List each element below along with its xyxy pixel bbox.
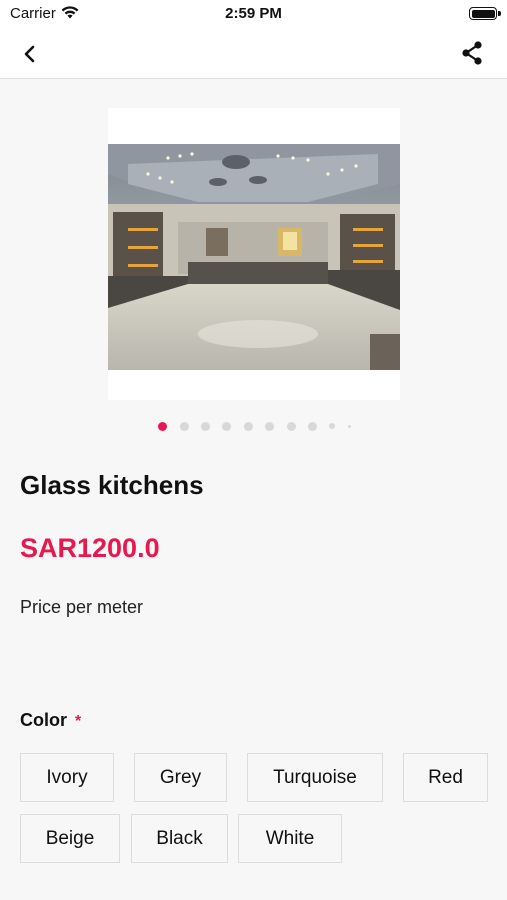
- color-option-turquoise[interactable]: Turquoise: [247, 753, 383, 802]
- page-dot[interactable]: [243, 421, 253, 431]
- chevron-left-icon: [24, 45, 35, 63]
- page-dot[interactable]: [329, 423, 336, 429]
- page-dot[interactable]: [286, 421, 296, 431]
- color-option-black[interactable]: Black: [131, 814, 228, 863]
- battery-icon: [469, 7, 501, 20]
- color-option-ivory[interactable]: Ivory: [20, 753, 114, 802]
- color-option-beige[interactable]: Beige: [20, 814, 120, 863]
- required-marker: *: [75, 713, 82, 730]
- color-option-red[interactable]: Red: [403, 753, 488, 802]
- product-title: Glass kitchens: [20, 470, 204, 500]
- product-price: SAR1200.0: [20, 533, 160, 563]
- status-bar: Carrier 2:59 PM: [0, 0, 507, 28]
- product-image-carousel[interactable]: [108, 108, 400, 400]
- share-icon: [462, 41, 482, 65]
- page-dot[interactable]: [158, 421, 168, 431]
- share-button[interactable]: [457, 38, 487, 68]
- page-dot[interactable]: [201, 421, 211, 431]
- color-option-grey[interactable]: Grey: [134, 753, 227, 802]
- clock: 2:59 PM: [225, 5, 282, 22]
- page-dot[interactable]: [222, 421, 232, 431]
- product-description: Price per meter: [20, 597, 144, 617]
- page-dot[interactable]: [265, 421, 275, 431]
- back-button[interactable]: [16, 40, 44, 68]
- page-dot[interactable]: [179, 421, 189, 431]
- page-dot[interactable]: [307, 421, 317, 431]
- color-label-text: Color: [20, 710, 67, 730]
- page-dot[interactable]: [347, 424, 351, 428]
- navigation-bar: [0, 28, 507, 79]
- color-option-white[interactable]: White: [238, 814, 342, 863]
- color-section-label: Color *: [20, 710, 81, 731]
- product-photo: [108, 144, 400, 370]
- carousel-page-indicator[interactable]: [0, 420, 507, 432]
